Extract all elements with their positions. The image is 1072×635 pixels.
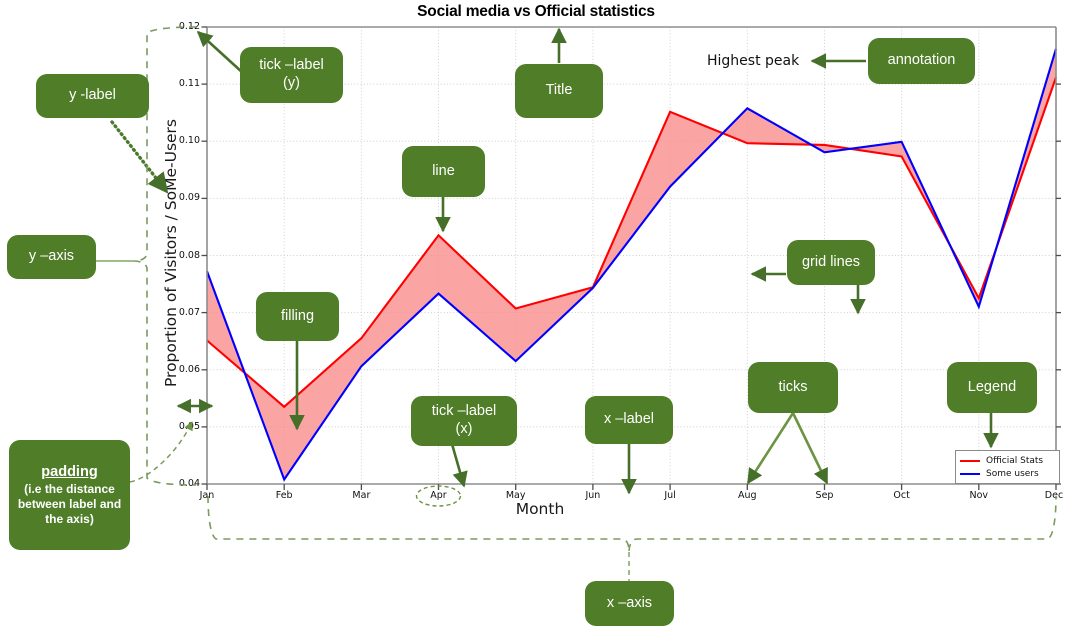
callout-filling-text: filling bbox=[280, 307, 315, 324]
legend[interactable]: Official Stats Some users bbox=[955, 450, 1060, 484]
callout-annotation-text: annotation bbox=[887, 52, 956, 69]
callout-tick-label-y-line1: tick –label bbox=[259, 57, 324, 74]
callout-x-axis[interactable]: x –axis bbox=[585, 581, 674, 626]
callout-filling[interactable]: filling bbox=[256, 292, 339, 341]
callout-y-axis-text: y –axis bbox=[28, 248, 75, 265]
callout-padding[interactable]: padding (i.e the distance between label … bbox=[9, 440, 130, 550]
callout-tick-label-x-line2: (x) bbox=[455, 421, 473, 437]
callout-legend[interactable]: Legend bbox=[947, 362, 1037, 413]
callout-grid-lines[interactable]: grid lines bbox=[787, 240, 875, 285]
callout-padding-subtext: (i.e the distance between label and the … bbox=[17, 482, 122, 527]
callout-x-label-text: x –label bbox=[604, 411, 654, 428]
callout-y-label[interactable]: y -label bbox=[36, 74, 149, 118]
callout-grid-lines-text: grid lines bbox=[801, 253, 861, 270]
callout-x-axis-text: x –axis bbox=[606, 594, 653, 611]
callout-legend-text: Legend bbox=[967, 378, 1017, 395]
arrow-y-label bbox=[110, 120, 169, 194]
arrow-tick-label-y bbox=[196, 30, 244, 74]
bracket-x-axis bbox=[207, 495, 1057, 553]
legend-entry-some-users[interactable]: Some users bbox=[960, 467, 1055, 480]
legend-label-official-stats: Official Stats bbox=[986, 455, 1044, 466]
callout-tick-label-x[interactable]: tick –label (x) bbox=[411, 396, 517, 446]
callout-tick-label-x-line1: tick –label bbox=[431, 403, 497, 420]
callout-title[interactable]: Title bbox=[515, 64, 603, 118]
legend-swatch-official-stats bbox=[960, 459, 980, 462]
callout-annotation[interactable]: annotation bbox=[868, 38, 975, 84]
arrow-ticks-right bbox=[791, 412, 829, 485]
legend-swatch-some-users bbox=[960, 472, 980, 475]
callout-tick-label-y-line2: (y) bbox=[283, 75, 300, 91]
callout-x-label[interactable]: x –label bbox=[585, 396, 673, 444]
connector-padding bbox=[129, 421, 193, 483]
callout-tick-label-y[interactable]: tick –label (y) bbox=[240, 47, 343, 103]
callout-line[interactable]: line bbox=[402, 146, 485, 197]
arrow-ticks-left bbox=[746, 412, 795, 485]
callout-title-text: Title bbox=[545, 82, 573, 99]
callout-ticks-text: ticks bbox=[778, 378, 808, 395]
legend-label-some-users: Some users bbox=[986, 468, 1039, 479]
callout-line-text: line bbox=[432, 162, 455, 179]
arrow-tick-label-x bbox=[450, 443, 468, 488]
highlight-ellipse-apr-tick bbox=[415, 485, 462, 507]
callout-y-label-text: y -label bbox=[69, 87, 116, 104]
legend-entry-official-stats[interactable]: Official Stats bbox=[960, 454, 1055, 467]
callout-ticks[interactable]: ticks bbox=[748, 362, 838, 413]
callout-padding-title: padding bbox=[41, 463, 98, 480]
callout-y-axis[interactable]: y –axis bbox=[7, 235, 96, 279]
